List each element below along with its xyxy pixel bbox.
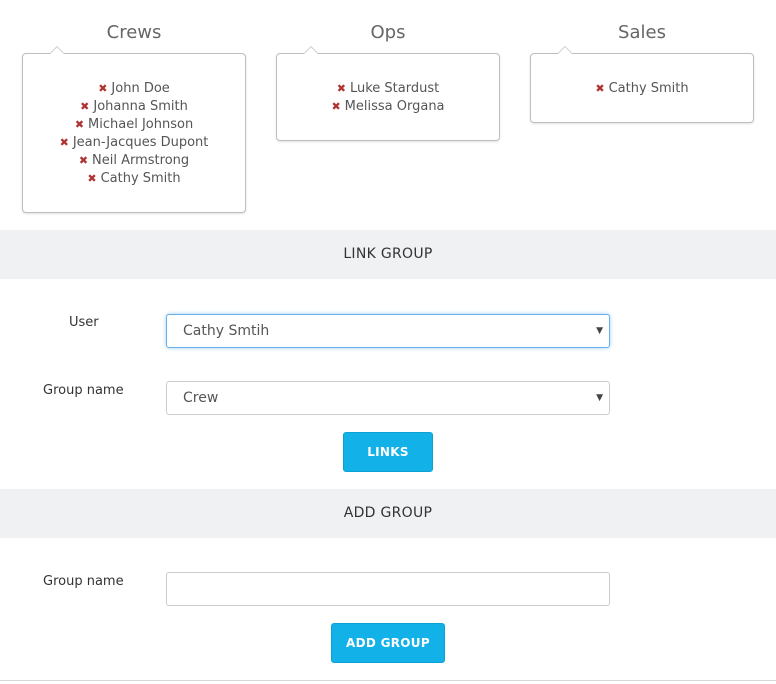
member-name: John Doe [111,81,170,96]
group-select-value: Crew [183,390,219,406]
group-card: ✖ John Doe ✖ Johanna Smith ✖ Michael Johnso… [22,46,246,213]
member-item: ✖ Cathy Smith [23,170,245,188]
member-item: ✖ Michael Johnson [23,116,245,134]
caret-down-icon: ▼ [596,326,603,336]
divider [0,680,776,681]
user-select-value: Cathy Smtih [183,323,270,339]
add-group-heading: ADD GROUP [0,489,776,538]
remove-icon[interactable]: ✖ [98,82,107,95]
group-card: ✖ Cathy Smith [530,46,754,123]
remove-icon[interactable]: ✖ [337,82,346,95]
user-select[interactable]: Cathy Smtih ▼ [166,314,610,348]
add-group-button[interactable]: ADD GROUP [331,623,445,663]
member-item: ✖ Neil Armstrong [23,152,245,170]
member-item: ✖ Luke Stardust [277,80,499,98]
member-item: ✖ Jean-Jacques Dupont [23,134,245,152]
member-name: Jean-Jacques Dupont [72,135,209,150]
member-name: Neil Armstrong [92,153,190,168]
member-item: ✖ Cathy Smith [531,80,753,98]
group-name-select[interactable]: Crew ▼ [166,381,610,415]
group-title: Ops [370,22,406,43]
new-group-name-input[interactable] [166,572,610,606]
remove-icon[interactable]: ✖ [331,100,340,113]
user-label: User [69,315,99,330]
member-item: ✖ Melissa Organa [277,98,499,116]
group-card: ✖ Luke Stardust ✖ Melissa Organa [276,46,500,141]
member-name: Michael Johnson [88,117,194,132]
remove-icon[interactable]: ✖ [60,136,69,149]
member-item: ✖ John Doe [23,80,245,98]
member-item: ✖ Johanna Smith [23,98,245,116]
member-name: Cathy Smith [608,81,689,96]
remove-icon[interactable]: ✖ [595,82,604,95]
group-title: Sales [618,22,666,43]
member-name: Melissa Organa [344,99,445,114]
member-name: Luke Stardust [349,81,440,96]
caret-down-icon: ▼ [596,393,603,403]
remove-icon[interactable]: ✖ [75,118,84,131]
remove-icon[interactable]: ✖ [79,154,88,167]
group-title: Crews [106,22,162,43]
remove-icon[interactable]: ✖ [87,172,96,185]
member-name: Cathy Smith [100,171,181,186]
link-group-heading: LINK GROUP [0,230,776,279]
member-name: Johanna Smith [93,99,188,114]
new-group-name-label: Group name [43,574,124,589]
remove-icon[interactable]: ✖ [80,100,89,113]
group-name-label: Group name [43,383,124,398]
links-button[interactable]: LINKS [343,432,433,472]
